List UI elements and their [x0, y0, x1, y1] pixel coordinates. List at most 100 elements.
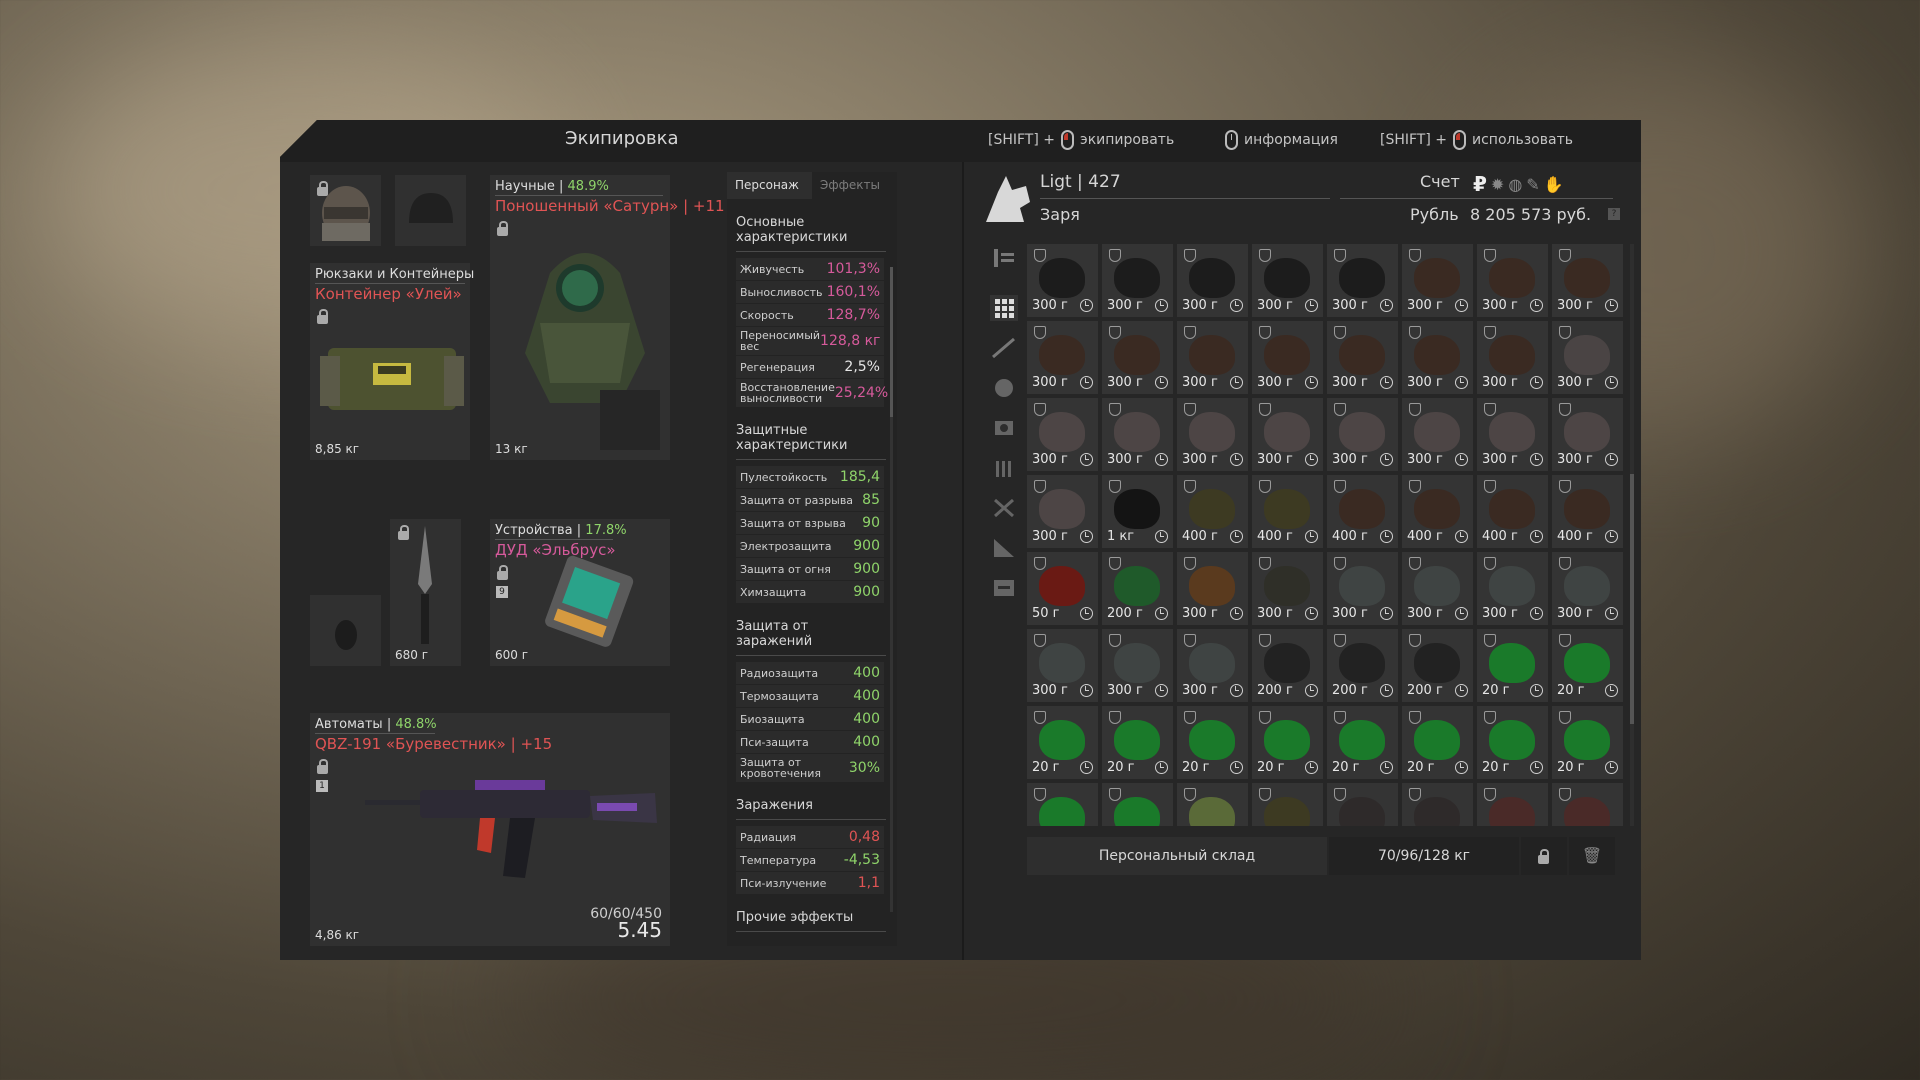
inventory-item[interactable]: 300 г — [1402, 552, 1473, 625]
inventory-item[interactable]: 300 г — [1552, 398, 1623, 471]
inventory-item[interactable]: 20 г — [1102, 783, 1173, 826]
knife-slot[interactable]: 680 г — [390, 519, 461, 666]
inventory-item[interactable]: 300 г — [1027, 629, 1098, 702]
inventory-item[interactable]: 300 г — [1402, 398, 1473, 471]
artifact-icon — [1414, 720, 1460, 760]
backpack-slot[interactable]: Рюкзаки и Контейнеры Контейнер «Улей» 8,… — [310, 263, 474, 460]
storage-box-icon[interactable] — [990, 575, 1018, 601]
inventory-item[interactable]: 300 г — [1027, 244, 1098, 317]
inventory-item[interactable]: 300 г — [1177, 552, 1248, 625]
inventory-item[interactable]: 300 г — [1102, 398, 1173, 471]
inventory-item[interactable]: 300 г — [1327, 783, 1398, 826]
inventory-item[interactable]: 300 г — [1252, 552, 1323, 625]
inventory-item[interactable]: 300 г — [1252, 783, 1323, 826]
inventory-item[interactable]: 300 г — [1252, 321, 1323, 394]
gear-currency-icon[interactable]: ✹ — [1491, 175, 1504, 194]
shield-icon — [1034, 249, 1046, 262]
inventory-item[interactable]: 300 г — [1027, 321, 1098, 394]
helmet-slot[interactable] — [395, 175, 466, 246]
device-slot[interactable]: Устройства | 17.8% ДУД «Эльбрус» 9 600 г — [490, 519, 670, 666]
inventory-item[interactable]: 20 г — [1477, 629, 1548, 702]
inventory-item[interactable]: 20 г — [1552, 706, 1623, 779]
inventory-item[interactable]: 300 г — [1102, 629, 1173, 702]
inventory-item[interactable]: 400 г — [1327, 475, 1398, 548]
mask-slot[interactable] — [310, 175, 381, 246]
inventory-item[interactable]: 300 г — [1552, 244, 1623, 317]
inventory-item[interactable]: 300 г — [1477, 321, 1548, 394]
inventory-item[interactable]: 300 г — [1477, 783, 1548, 826]
hand-icon[interactable]: ✋ — [1544, 175, 1564, 194]
all-items-icon[interactable] — [990, 295, 1018, 321]
inventory-item[interactable]: 20 г — [1252, 706, 1323, 779]
ammo-icon[interactable] — [990, 455, 1018, 481]
inventory-item[interactable]: 200 г — [1327, 629, 1398, 702]
item-weight: 400 г — [1482, 529, 1518, 544]
inventory-item[interactable]: 20 г — [1177, 706, 1248, 779]
inventory-item[interactable]: 300 г — [1477, 398, 1548, 471]
inventory-item[interactable]: 20 г — [1327, 706, 1398, 779]
inventory-item[interactable]: 300 г — [1027, 398, 1098, 471]
inventory-item[interactable]: 300 г — [1177, 783, 1248, 826]
inventory-item[interactable]: 20 г — [1102, 706, 1173, 779]
inventory-item[interactable]: 300 г — [1402, 244, 1473, 317]
inventory-item[interactable]: 20 г — [1027, 783, 1098, 826]
personal-storage-tab[interactable]: Персональный склад — [1027, 837, 1327, 875]
stats-scrollbar[interactable] — [890, 267, 893, 912]
inventory-scrollbar[interactable] — [1630, 244, 1634, 826]
inventory-item[interactable]: 300 г — [1252, 244, 1323, 317]
inventory-item[interactable]: 50 г — [1027, 552, 1098, 625]
inventory-item[interactable]: 300 г — [1177, 244, 1248, 317]
info-icon[interactable]: ? — [1608, 208, 1620, 220]
inventory-item[interactable]: 400 г — [1552, 475, 1623, 548]
inventory-item[interactable]: 1 кг — [1102, 475, 1173, 548]
tab-effects[interactable]: Эффекты — [812, 172, 897, 199]
inventory-item[interactable]: 300 г — [1477, 552, 1548, 625]
inventory-item[interactable]: 300 г — [1552, 552, 1623, 625]
coin-icon[interactable]: ◍ — [1508, 175, 1522, 194]
tab-character[interactable]: Персонаж — [727, 172, 812, 199]
ruble-icon[interactable]: ₽ — [1473, 172, 1487, 196]
inventory-item[interactable]: 300 г — [1102, 321, 1173, 394]
devices-icon[interactable] — [990, 415, 1018, 441]
inventory-item[interactable]: 300 г — [1402, 783, 1473, 826]
backpack-weight: 8,85 кг — [315, 442, 360, 456]
sort-icon[interactable] — [990, 245, 1018, 271]
weapon-slot[interactable]: Автоматы | 48.8% QBZ-191 «Буревестник» |… — [310, 713, 670, 946]
inventory-item[interactable]: 300 г — [1552, 783, 1623, 826]
inventory-item[interactable]: 300 г — [1477, 244, 1548, 317]
inventory-item[interactable]: 300 г — [1327, 244, 1398, 317]
inventory-item[interactable]: 400 г — [1252, 475, 1323, 548]
inventory-item[interactable]: 20 г — [1552, 629, 1623, 702]
misc-icon[interactable] — [990, 535, 1018, 561]
inventory-item[interactable]: 200 г — [1252, 629, 1323, 702]
inventory-item[interactable]: 300 г — [1027, 475, 1098, 548]
inventory-item[interactable]: 300 г — [1252, 398, 1323, 471]
inventory-item[interactable]: 20 г — [1477, 706, 1548, 779]
inventory-item[interactable]: 300 г — [1177, 398, 1248, 471]
inventory-item[interactable]: 400 г — [1177, 475, 1248, 548]
inventory-item[interactable]: 300 г — [1327, 398, 1398, 471]
inventory-item[interactable]: 200 г — [1102, 552, 1173, 625]
inventory-item[interactable]: 300 г — [1552, 321, 1623, 394]
tools-icon[interactable] — [990, 495, 1018, 521]
inventory-item[interactable]: 400 г — [1477, 475, 1548, 548]
artifacts-icon[interactable] — [990, 375, 1018, 401]
grenade-slot[interactable] — [310, 595, 381, 666]
inventory-item[interactable]: 200 г — [1402, 629, 1473, 702]
inventory-item[interactable]: 300 г — [1177, 321, 1248, 394]
weapons-icon[interactable] — [990, 335, 1018, 361]
armor-extra-slot[interactable] — [600, 390, 660, 450]
armor-slot[interactable]: Научные | 48.9% Поношенный «Сатурн» | +1… — [490, 175, 725, 460]
inventory-item[interactable]: 300 г — [1102, 244, 1173, 317]
player-faction: Заря — [1040, 205, 1080, 224]
inventory-item[interactable]: 20 г — [1402, 706, 1473, 779]
inventory-item[interactable]: 400 г — [1402, 475, 1473, 548]
lock-storage-button[interactable] — [1521, 837, 1567, 875]
inventory-item[interactable]: 300 г — [1327, 321, 1398, 394]
trash-button[interactable]: 🗑 — [1569, 837, 1615, 875]
feather-icon[interactable]: ✎ — [1526, 175, 1539, 194]
inventory-item[interactable]: 300 г — [1402, 321, 1473, 394]
inventory-item[interactable]: 300 г — [1177, 629, 1248, 702]
inventory-item[interactable]: 20 г — [1027, 706, 1098, 779]
inventory-item[interactable]: 300 г — [1327, 552, 1398, 625]
